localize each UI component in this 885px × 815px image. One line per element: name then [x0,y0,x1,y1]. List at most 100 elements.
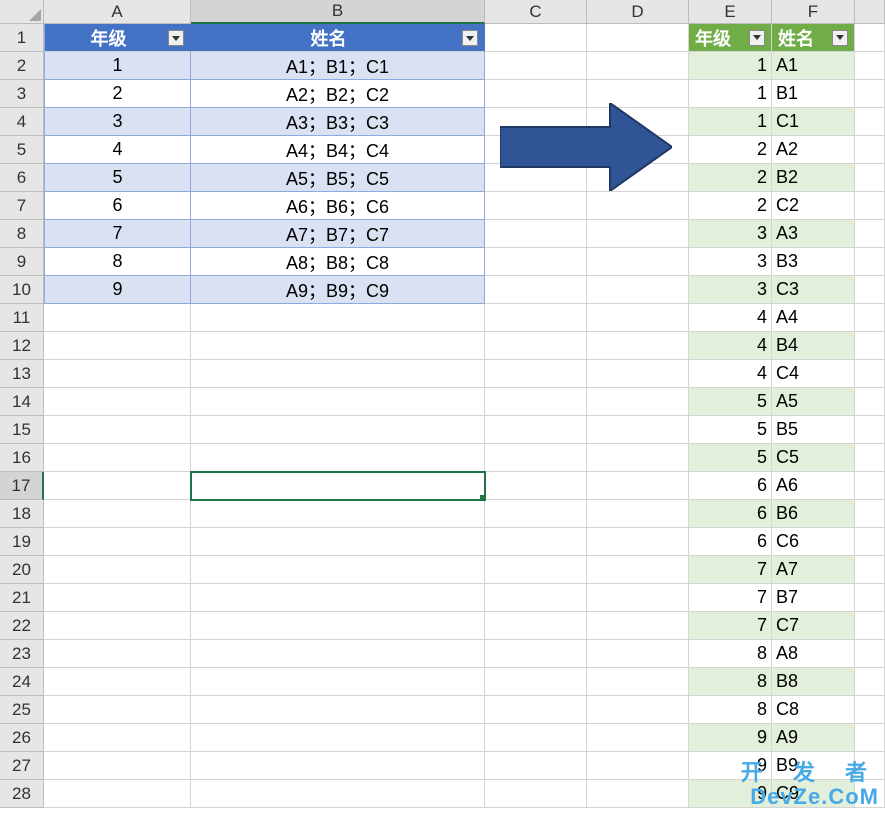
row-header-14[interactable]: 14 [0,388,44,416]
t1-cell-grade[interactable]: 6 [44,192,191,220]
row-header-18[interactable]: 18 [0,500,44,528]
cell[interactable] [587,472,689,500]
t1-cell-names[interactable]: A9；B9；C9 [191,276,485,304]
t1-cell-names[interactable]: A8；B8；C8 [191,248,485,276]
cell[interactable] [44,528,191,556]
row-header-19[interactable]: 19 [0,528,44,556]
cell[interactable] [587,556,689,584]
cell[interactable] [855,528,885,556]
cell[interactable] [855,472,885,500]
cell[interactable] [855,360,885,388]
cell[interactable] [44,360,191,388]
cell[interactable] [587,640,689,668]
t2-cell-name[interactable]: B2 [772,164,855,192]
cell[interactable] [587,248,689,276]
row-header-25[interactable]: 25 [0,696,44,724]
t2-cell-grade[interactable]: 1 [689,52,772,80]
t1-cell-grade[interactable]: 2 [44,80,191,108]
t2-cell-grade[interactable]: 3 [689,276,772,304]
t2-cell-grade[interactable]: 2 [689,164,772,192]
row-header-28[interactable]: 28 [0,780,44,808]
cell[interactable] [587,612,689,640]
cell[interactable] [587,780,689,808]
row-header-20[interactable]: 20 [0,556,44,584]
cell[interactable] [855,556,885,584]
t2-cell-grade[interactable]: 7 [689,612,772,640]
cell[interactable] [191,360,485,388]
row-header-26[interactable]: 26 [0,724,44,752]
cell[interactable] [485,24,587,52]
cell[interactable] [855,304,885,332]
cell[interactable] [587,276,689,304]
cell[interactable] [485,612,587,640]
t2-cell-name[interactable]: C7 [772,612,855,640]
t1-cell-names[interactable]: A5；B5；C5 [191,164,485,192]
cell[interactable] [587,388,689,416]
cell[interactable] [855,668,885,696]
row-header-22[interactable]: 22 [0,612,44,640]
filter-dropdown-icon[interactable] [832,30,848,46]
col-header-A[interactable]: A [44,0,191,24]
t1-cell-grade[interactable]: 8 [44,248,191,276]
row-header-7[interactable]: 7 [0,192,44,220]
col-header-D[interactable]: D [587,0,689,24]
cell[interactable] [855,724,885,752]
row-header-11[interactable]: 11 [0,304,44,332]
t2-cell-grade[interactable]: 8 [689,640,772,668]
t2-cell-name[interactable]: C2 [772,192,855,220]
cell[interactable] [587,416,689,444]
t2-cell-name[interactable]: C3 [772,276,855,304]
t1-cell-grade[interactable]: 5 [44,164,191,192]
cell[interactable] [191,500,485,528]
t2-cell-name[interactable]: B4 [772,332,855,360]
t1-cell-names[interactable]: A7；B7；C7 [191,220,485,248]
cell[interactable] [191,304,485,332]
cell[interactable] [485,724,587,752]
cell[interactable] [855,80,885,108]
t2-cell-grade[interactable]: 5 [689,388,772,416]
t2-cell-grade[interactable]: 3 [689,220,772,248]
cell[interactable] [855,500,885,528]
filter-dropdown-icon[interactable] [462,30,478,46]
row-header-1[interactable]: 1 [0,24,44,52]
cell[interactable] [44,584,191,612]
cell[interactable] [44,500,191,528]
cell[interactable] [855,444,885,472]
row-header-21[interactable]: 21 [0,584,44,612]
cell[interactable] [855,136,885,164]
t2-cell-name[interactable]: B7 [772,584,855,612]
cell[interactable] [44,444,191,472]
t2-cell-grade[interactable]: 8 [689,668,772,696]
row-header-4[interactable]: 4 [0,108,44,136]
cell[interactable] [44,724,191,752]
t2-cell-grade[interactable]: 4 [689,332,772,360]
t2-cell-grade[interactable]: 1 [689,80,772,108]
cell[interactable] [44,640,191,668]
row-header-3[interactable]: 3 [0,80,44,108]
t1-cell-grade[interactable]: 9 [44,276,191,304]
t2-cell-grade[interactable]: 6 [689,528,772,556]
cell[interactable] [191,696,485,724]
cell[interactable] [855,276,885,304]
t1-cell-names[interactable]: A6；B6；C6 [191,192,485,220]
t2-cell-grade[interactable]: 8 [689,696,772,724]
t2-cell-name[interactable]: C8 [772,696,855,724]
row-header-5[interactable]: 5 [0,136,44,164]
t2-cell-name[interactable]: A3 [772,220,855,248]
cell[interactable] [191,528,485,556]
cell[interactable] [485,332,587,360]
cell[interactable] [191,668,485,696]
cell[interactable] [44,472,191,500]
t2-cell-name[interactable]: B6 [772,500,855,528]
cell[interactable] [587,192,689,220]
t2-cell-name[interactable]: B5 [772,416,855,444]
t2-cell-name[interactable]: C4 [772,360,855,388]
t1-cell-grade[interactable]: 4 [44,136,191,164]
t2-header-grade[interactable]: 年级 [689,24,772,52]
cell[interactable] [485,472,587,500]
cell[interactable] [44,416,191,444]
cell[interactable] [587,752,689,780]
cell[interactable] [587,724,689,752]
select-all-corner[interactable] [0,0,44,24]
cell[interactable] [485,388,587,416]
